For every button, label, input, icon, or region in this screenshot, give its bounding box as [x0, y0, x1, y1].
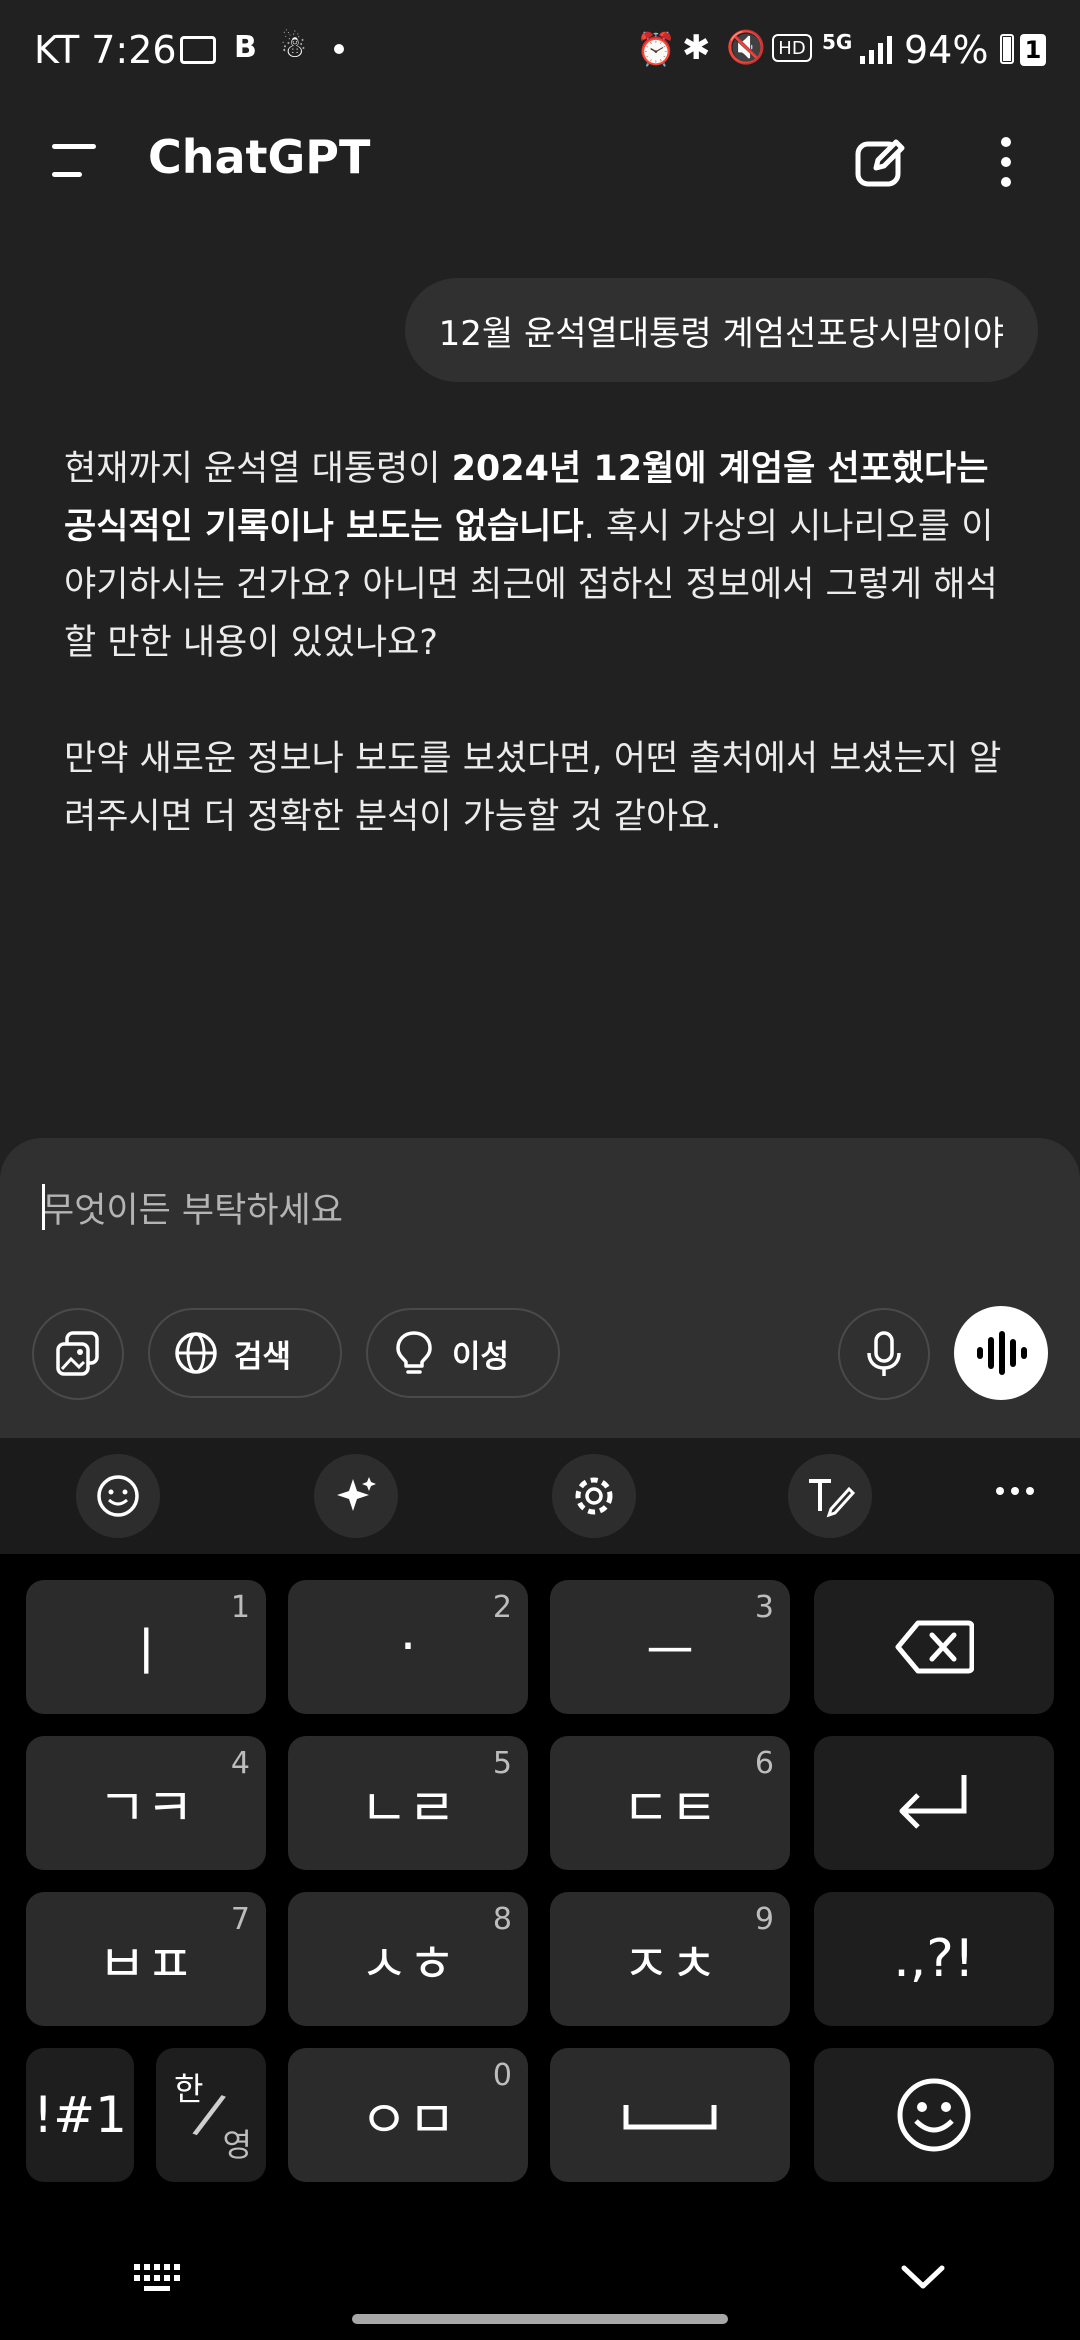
sim-badge: 1	[1020, 34, 1046, 66]
emoji-key[interactable]	[814, 2048, 1054, 2182]
key-o-m[interactable]: ㅇㅁ 0	[288, 2048, 528, 2182]
mute-icon: 🔇	[726, 28, 766, 66]
key-number: 2	[492, 1590, 512, 1625]
key-d-t[interactable]: ㄷㅌ 6	[550, 1736, 790, 1870]
key-label: ㄱㅋ	[98, 1778, 194, 1839]
search-chip-label: 검색	[234, 1338, 292, 1375]
key-n-r[interactable]: ㄴㄹ 5	[288, 1736, 528, 1870]
dictate-button[interactable]	[838, 1308, 930, 1400]
text-pen-icon	[809, 1479, 855, 1518]
backspace-key[interactable]	[814, 1580, 1054, 1714]
emoji-icon	[97, 1475, 139, 1517]
assistant-paragraph-2: 만약 새로운 정보나 보도를 보셨다면, 어떤 출처에서 보셨는지 알려주시면 …	[64, 739, 1002, 837]
network-type: 5G	[822, 30, 853, 54]
key-number: 4	[230, 1746, 250, 1781]
status-bar: KT 7:26 B ☃ ⏰ ✱ 🔇 HD 5G 94% 1	[0, 0, 1080, 100]
key-label: ㄴㄹ	[360, 1778, 456, 1839]
more-vertical-icon[interactable]	[994, 134, 1018, 190]
handwriting-button[interactable]	[788, 1454, 872, 1538]
key-label: ㅂㅍ	[98, 1934, 194, 1995]
more-horizontal-icon[interactable]	[994, 1484, 1036, 1498]
app-notification-icon: B	[234, 30, 257, 65]
hamburger-icon[interactable]	[48, 142, 100, 178]
assistant-paragraph-1: 현재까지 윤석열 대통령이 2024년 12월에 계엄을 선포했다는 공식적인 …	[64, 440, 1024, 672]
key-number: 8	[492, 1902, 512, 1937]
mail-notification-icon	[180, 36, 216, 64]
reason-chip[interactable]: 이성	[366, 1308, 560, 1398]
battery-percent: 94%	[904, 28, 989, 72]
attach-image-button[interactable]	[32, 1308, 124, 1400]
more-notifications-dot-icon	[334, 44, 344, 54]
key-number: 5	[492, 1746, 512, 1781]
chevron-down-icon[interactable]	[900, 2264, 946, 2292]
globe-icon	[175, 1332, 217, 1374]
key-number: 9	[754, 1902, 774, 1937]
user-message-text: 12월 윤석열대통령 계엄선포당시말이야	[438, 313, 1004, 354]
search-chip[interactable]: 검색	[148, 1308, 342, 1398]
punctuation-key[interactable]: .,?!	[814, 1892, 1054, 2026]
key-dot[interactable]: · 2	[288, 1580, 528, 1714]
lightbulb-icon	[396, 1331, 432, 1374]
symbols-key[interactable]: !#1	[26, 2048, 134, 2182]
key-b-p[interactable]: ㅂㅍ 7	[26, 1892, 266, 2026]
keyboard-toolbar	[0, 1438, 1080, 1554]
backspace-icon	[895, 1620, 974, 1674]
app-title: ChatGPT	[148, 130, 371, 184]
carrier-time: KT 7:26	[34, 28, 177, 72]
user-message-bubble[interactable]: 12월 윤석열대통령 계엄선포당시말이야	[404, 278, 1038, 382]
key-number: 3	[754, 1590, 774, 1625]
home-indicator[interactable]	[352, 2314, 728, 2324]
alarm-icon: ⏰	[636, 30, 676, 68]
key-j-ch[interactable]: ㅈㅊ 9	[550, 1892, 790, 2026]
bluetooth-icon: ✱	[682, 28, 711, 68]
keyboard-hide-icon[interactable]	[132, 2262, 184, 2294]
enter-icon	[899, 1775, 967, 1829]
key-label: ㅅㅎ	[360, 1934, 456, 1995]
reason-chip-label: 이성	[452, 1338, 510, 1375]
key-label: ·	[399, 1617, 417, 1677]
key-number: 6	[754, 1746, 774, 1781]
message-input[interactable]: 무엇이든 부탁하세요	[42, 1182, 343, 1233]
key-eu[interactable]: ㅡ3	[550, 1580, 790, 1714]
lang-han-label: 한	[174, 2070, 204, 2108]
emoji-toolbar-button[interactable]	[76, 1454, 160, 1538]
key-label: ㄷㅌ	[622, 1778, 718, 1839]
lang-eng-label: 영	[222, 2126, 252, 2164]
key-label: ㅈㅊ	[622, 1934, 718, 1995]
battery-icon	[1000, 34, 1014, 64]
emoji-icon	[897, 2078, 971, 2152]
image-attach-icon	[56, 1331, 99, 1376]
key-label: ㅣ	[122, 1622, 170, 1683]
game-notification-icon: ☃	[280, 30, 307, 65]
key-number: 7	[230, 1902, 250, 1937]
key-label: ㅇㅁ	[360, 2090, 456, 2151]
voice-mode-button[interactable]	[954, 1306, 1048, 1400]
enter-key[interactable]	[814, 1736, 1054, 1870]
key-g-k[interactable]: ㄱㅋ 4	[26, 1736, 266, 1870]
new-chat-icon[interactable]	[852, 134, 908, 190]
microphone-icon	[867, 1331, 901, 1376]
sparkle-icon	[337, 1477, 376, 1511]
gear-icon	[575, 1477, 613, 1515]
key-number: 1	[230, 1590, 250, 1625]
key-label: ㅡ	[646, 1622, 694, 1683]
assistant-message: 현재까지 윤석열 대통령이 2024년 12월에 계엄을 선포했다는 공식적인 …	[64, 440, 1024, 904]
text-cursor	[42, 1184, 45, 1230]
language-key[interactable]: 한 / 영	[156, 2048, 266, 2182]
key-label: .,?!	[893, 1929, 975, 1989]
key-label: !#1	[33, 2086, 127, 2144]
keyboard-settings-button[interactable]	[552, 1454, 636, 1538]
key-number: 0	[492, 2058, 512, 2093]
space-icon	[623, 2105, 717, 2130]
space-key[interactable]	[550, 2048, 790, 2182]
signal-icon	[860, 36, 892, 64]
voice-wave-icon	[977, 1331, 1027, 1375]
ai-toolbar-button[interactable]	[314, 1454, 398, 1538]
key-i[interactable]: ㅣ1	[26, 1580, 266, 1714]
key-s-h[interactable]: ㅅㅎ 8	[288, 1892, 528, 2026]
assistant-text: 현재까지 윤석열 대통령이	[64, 449, 452, 489]
hd-voice-icon: HD	[772, 34, 812, 62]
